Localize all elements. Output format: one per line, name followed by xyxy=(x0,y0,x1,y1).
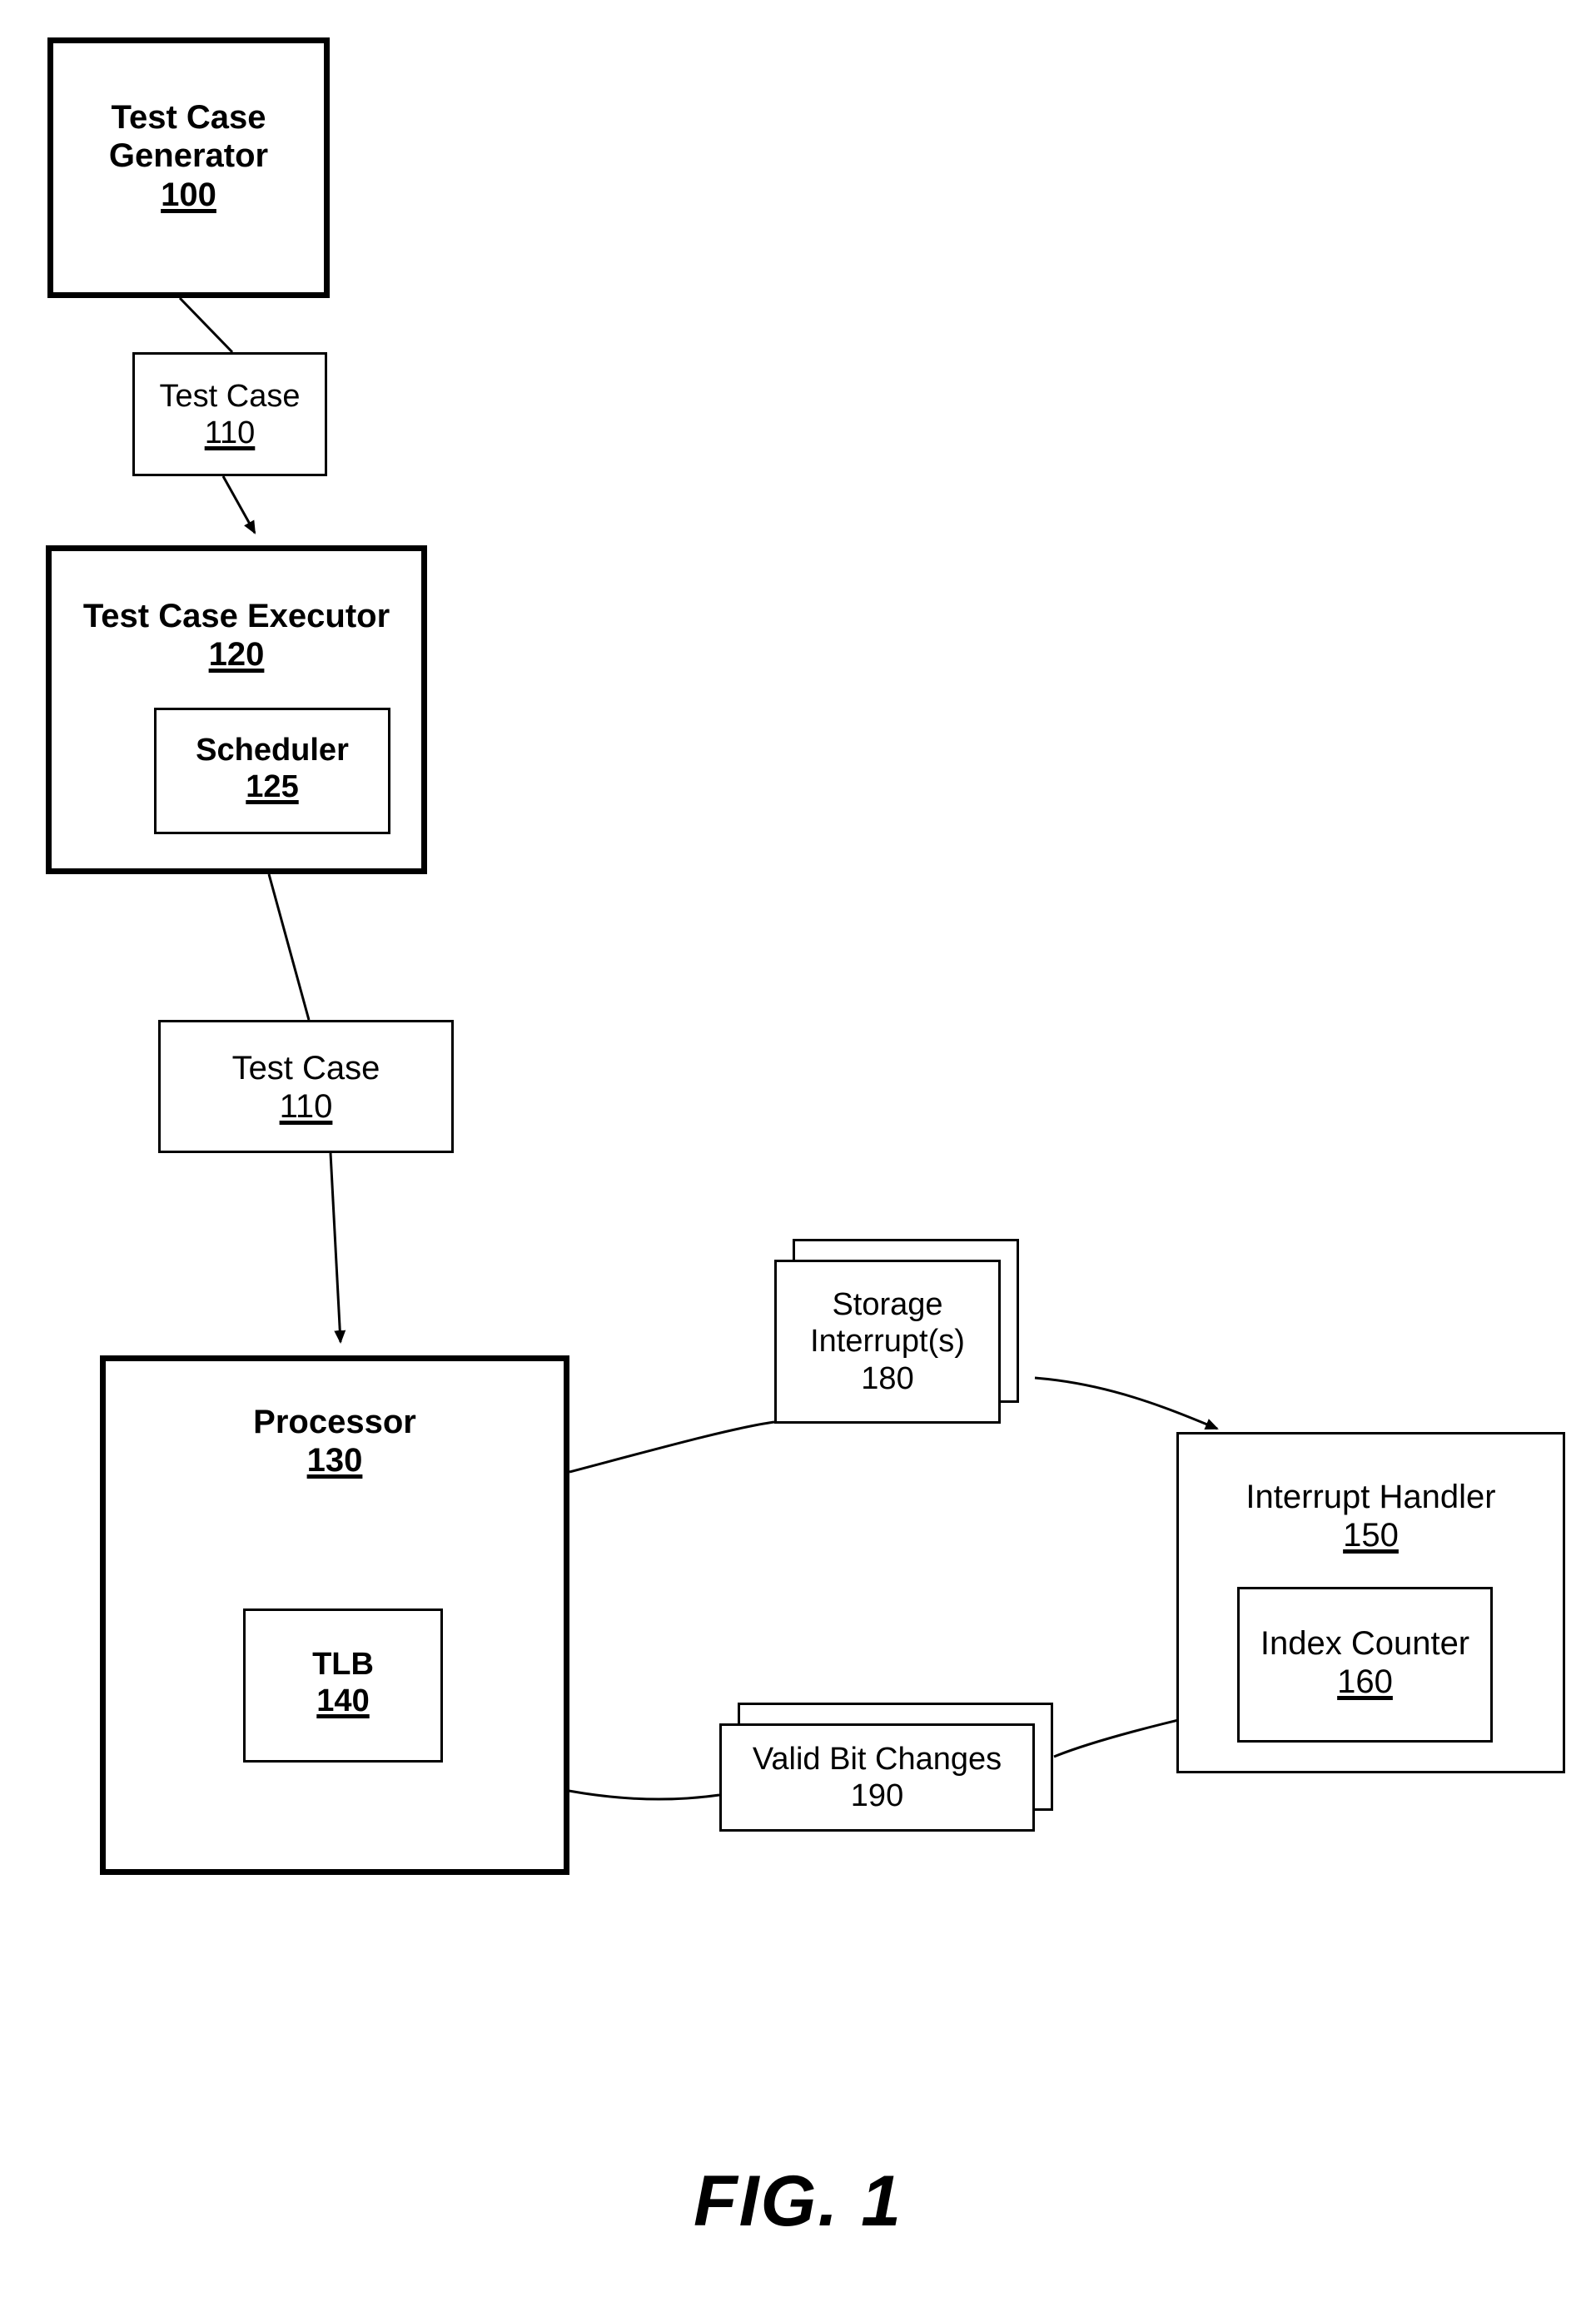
node-interrupt-handler-ref: 150 xyxy=(1343,1517,1399,1554)
valid-bit-changes-front-sheet: Valid Bit Changes 190 xyxy=(719,1723,1035,1832)
patent-figure: Test Case Generator 100 Test Case 110 Te… xyxy=(0,0,1596,2317)
connector-testcase-2-to-processor xyxy=(329,1152,346,1344)
node-tlb: TLB 140 xyxy=(243,1608,443,1763)
node-test-case-first-title: Test Case xyxy=(159,379,301,414)
connector-generator-to-testcase-1 xyxy=(178,296,234,354)
node-tlb-title: TLB xyxy=(312,1647,374,1682)
node-test-case-first-ref: 110 xyxy=(204,415,256,451)
node-test-case-generator-title-line2: Generator xyxy=(108,137,269,175)
node-storage-interrupts-ref: 180 xyxy=(861,1360,914,1396)
node-test-case-second-ref: 110 xyxy=(279,1088,333,1126)
connector-executor-to-testcase-2 xyxy=(267,873,311,1021)
node-processor-ref: 130 xyxy=(306,1442,363,1479)
node-processor: Processor 130 TLB 140 xyxy=(100,1355,569,1875)
connector-testcase-1-to-executor xyxy=(221,475,256,535)
node-test-case-generator-ref: 100 xyxy=(161,176,216,213)
node-storage-interrupts-title-line1: Storage xyxy=(832,1287,943,1323)
node-test-case-executor-ref: 120 xyxy=(208,636,265,674)
node-storage-interrupts-title-line2: Interrupt(s) xyxy=(810,1324,965,1360)
node-test-case-second: Test Case 110 xyxy=(158,1020,454,1153)
node-tlb-ref: 140 xyxy=(316,1683,370,1719)
node-storage-interrupts: Storage Interrupt(s) 180 xyxy=(774,1239,1041,1443)
storage-interrupts-front-sheet: Storage Interrupt(s) 180 xyxy=(774,1260,1001,1424)
node-interrupt-handler-title: Interrupt Handler xyxy=(1245,1479,1496,1515)
figure-caption: FIG. 1 xyxy=(694,2161,902,2241)
node-scheduler-ref: 125 xyxy=(246,769,299,805)
node-valid-bit-changes-title: Valid Bit Changes xyxy=(752,1741,1002,1777)
node-test-case-generator-title-line1: Test Case xyxy=(111,99,266,136)
node-test-case-second-title: Test Case xyxy=(231,1050,380,1086)
node-valid-bit-changes: Valid Bit Changes 190 xyxy=(719,1703,1077,1857)
node-test-case-executor: Test Case Executor 120 Scheduler 125 xyxy=(46,545,427,874)
node-interrupt-handler: Interrupt Handler 150 Index Counter 160 xyxy=(1176,1432,1565,1773)
node-valid-bit-changes-ref: 190 xyxy=(850,1778,904,1813)
connector-layer xyxy=(178,296,1236,1801)
node-test-case-executor-title: Test Case Executor xyxy=(82,598,390,634)
node-index-counter-title: Index Counter xyxy=(1260,1625,1470,1662)
node-index-counter: Index Counter 160 xyxy=(1237,1587,1493,1743)
node-scheduler-title: Scheduler xyxy=(196,733,349,768)
connector-processor-to-storage-interrupts xyxy=(569,1420,775,1474)
node-index-counter-ref: 160 xyxy=(1337,1663,1393,1701)
node-scheduler: Scheduler 125 xyxy=(154,708,390,834)
connector-storage-interrupts-to-interrupt-handler xyxy=(1034,1376,1219,1430)
node-processor-title: Processor xyxy=(253,1404,416,1440)
node-test-case-first: Test Case 110 xyxy=(132,352,327,476)
node-test-case-generator: Test Case Generator 100 xyxy=(47,37,330,298)
